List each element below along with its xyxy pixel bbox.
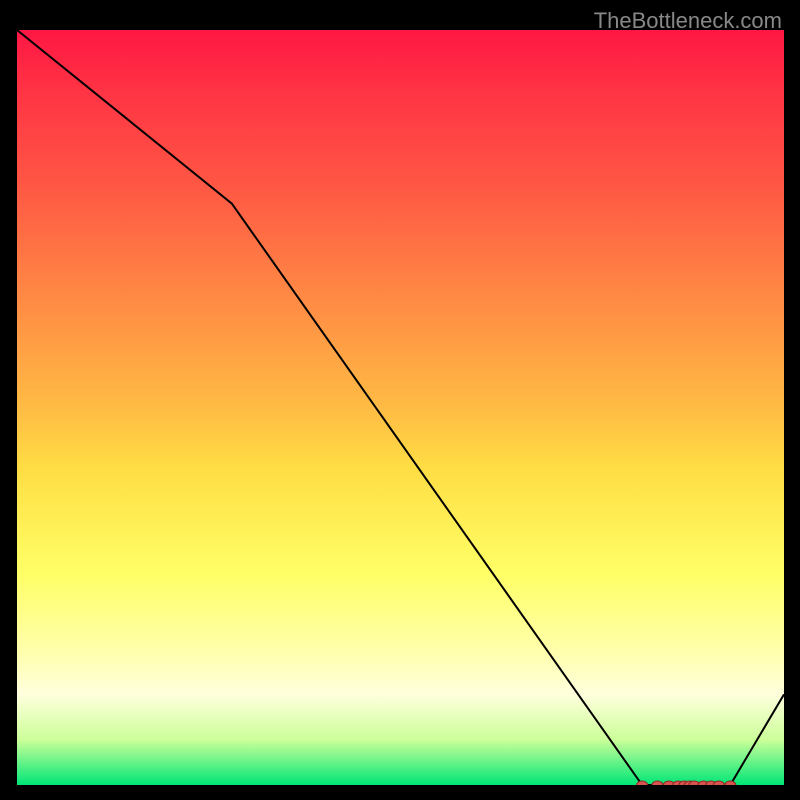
- chart-marker: [652, 781, 663, 785]
- chart-marker: [637, 781, 648, 785]
- chart-marker: [713, 781, 724, 785]
- watermark-text: TheBottleneck.com: [594, 8, 782, 34]
- chart-svg: [17, 30, 784, 785]
- chart-line: [17, 30, 784, 785]
- chart-plot-area: [17, 30, 784, 785]
- chart-marker: [725, 781, 736, 785]
- chart-markers: [637, 781, 736, 785]
